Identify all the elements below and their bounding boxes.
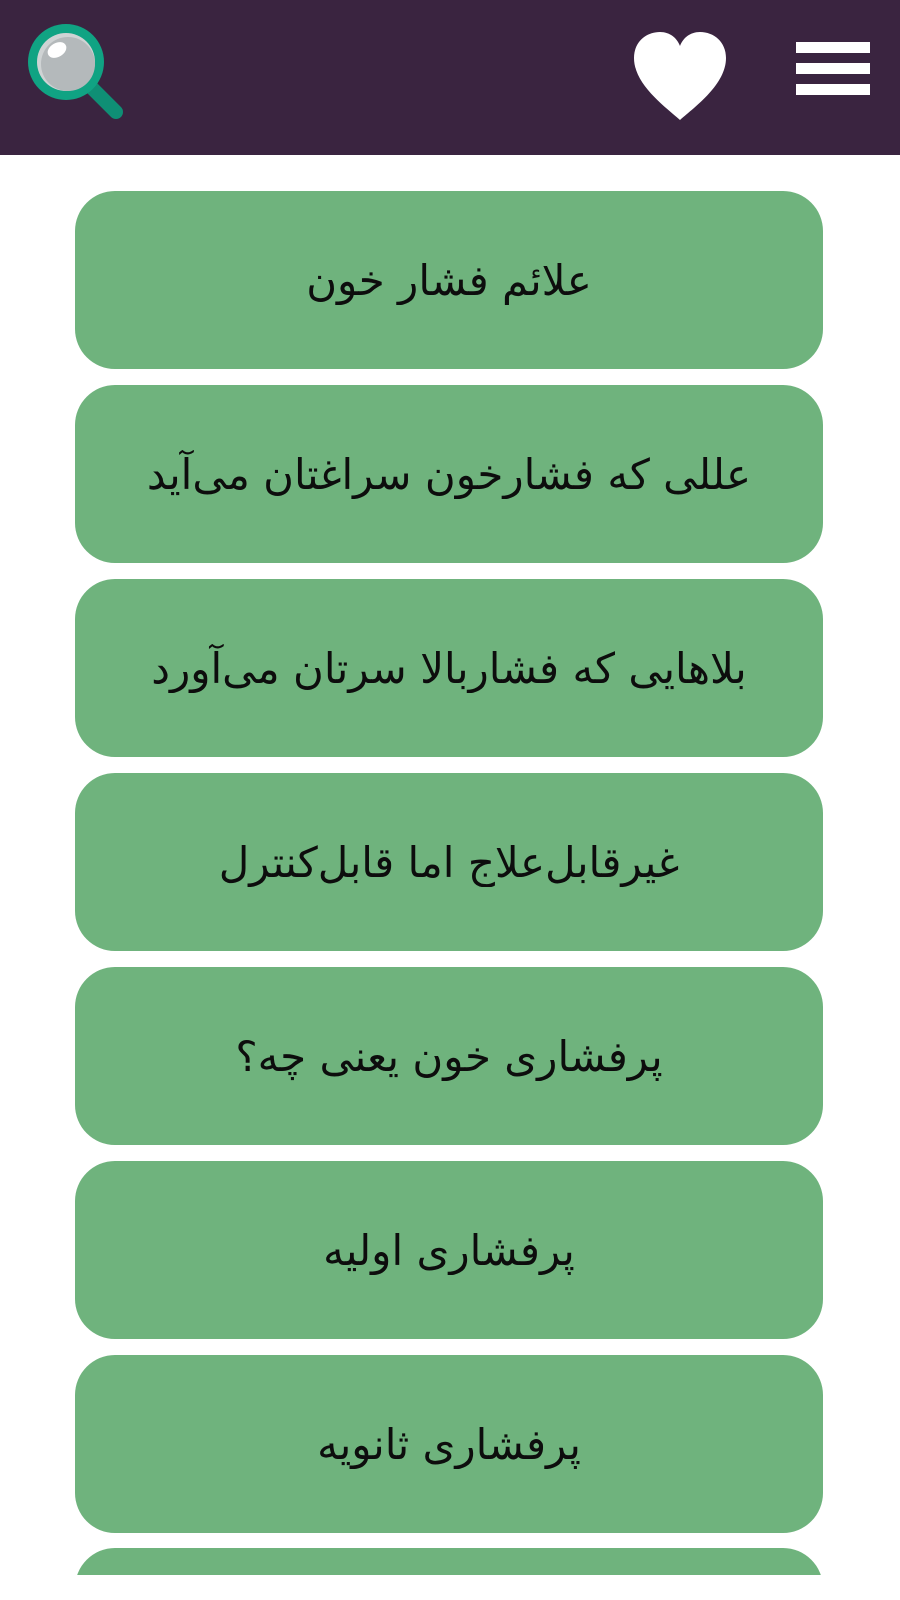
list-item[interactable]: پرفشاری ثانویه bbox=[75, 1355, 823, 1533]
list-item-label: پرفشاری ثانویه bbox=[317, 1419, 581, 1469]
list-item[interactable]: عللی که فشارخون سراغتان می‌آید bbox=[75, 385, 823, 563]
list-item-label: غیرقابل‌علاج اما قابل‌کنترل bbox=[218, 837, 680, 887]
menu-button[interactable] bbox=[790, 34, 874, 104]
list-item[interactable]: علائم فشار خون bbox=[75, 191, 823, 369]
list-item[interactable]: پرفشاری اولیه bbox=[75, 1161, 823, 1339]
top-app-bar bbox=[0, 0, 900, 155]
list-item[interactable]: پرفشاری خون یعنی چه؟ bbox=[75, 967, 823, 1145]
list-item-label: علائم فشار خون bbox=[306, 255, 592, 305]
bottom-whitespace bbox=[0, 1575, 900, 1600]
list-item-label: بلاهایی که فشاربالا سرتان می‌آورد bbox=[151, 643, 747, 693]
favorites-button[interactable] bbox=[628, 28, 732, 124]
hamburger-menu-icon bbox=[796, 42, 870, 95]
heart-icon bbox=[634, 32, 726, 120]
list-item-partially-visible[interactable] bbox=[75, 1548, 823, 1575]
app-screen: علائم فشار خون عللی که فشارخون سراغتان م… bbox=[0, 0, 900, 1600]
list-item[interactable]: بلاهایی که فشاربالا سرتان می‌آورد bbox=[75, 579, 823, 757]
search-icon bbox=[28, 24, 123, 119]
list-item-label: پرفشاری خون یعنی چه؟ bbox=[235, 1031, 663, 1081]
search-button[interactable] bbox=[24, 20, 128, 128]
topics-list: علائم فشار خون عللی که فشارخون سراغتان م… bbox=[0, 155, 900, 1575]
list-item[interactable]: غیرقابل‌علاج اما قابل‌کنترل bbox=[75, 773, 823, 951]
list-item-label: پرفشاری اولیه bbox=[323, 1225, 575, 1275]
list-item-label: عللی که فشارخون سراغتان می‌آید bbox=[146, 449, 752, 499]
